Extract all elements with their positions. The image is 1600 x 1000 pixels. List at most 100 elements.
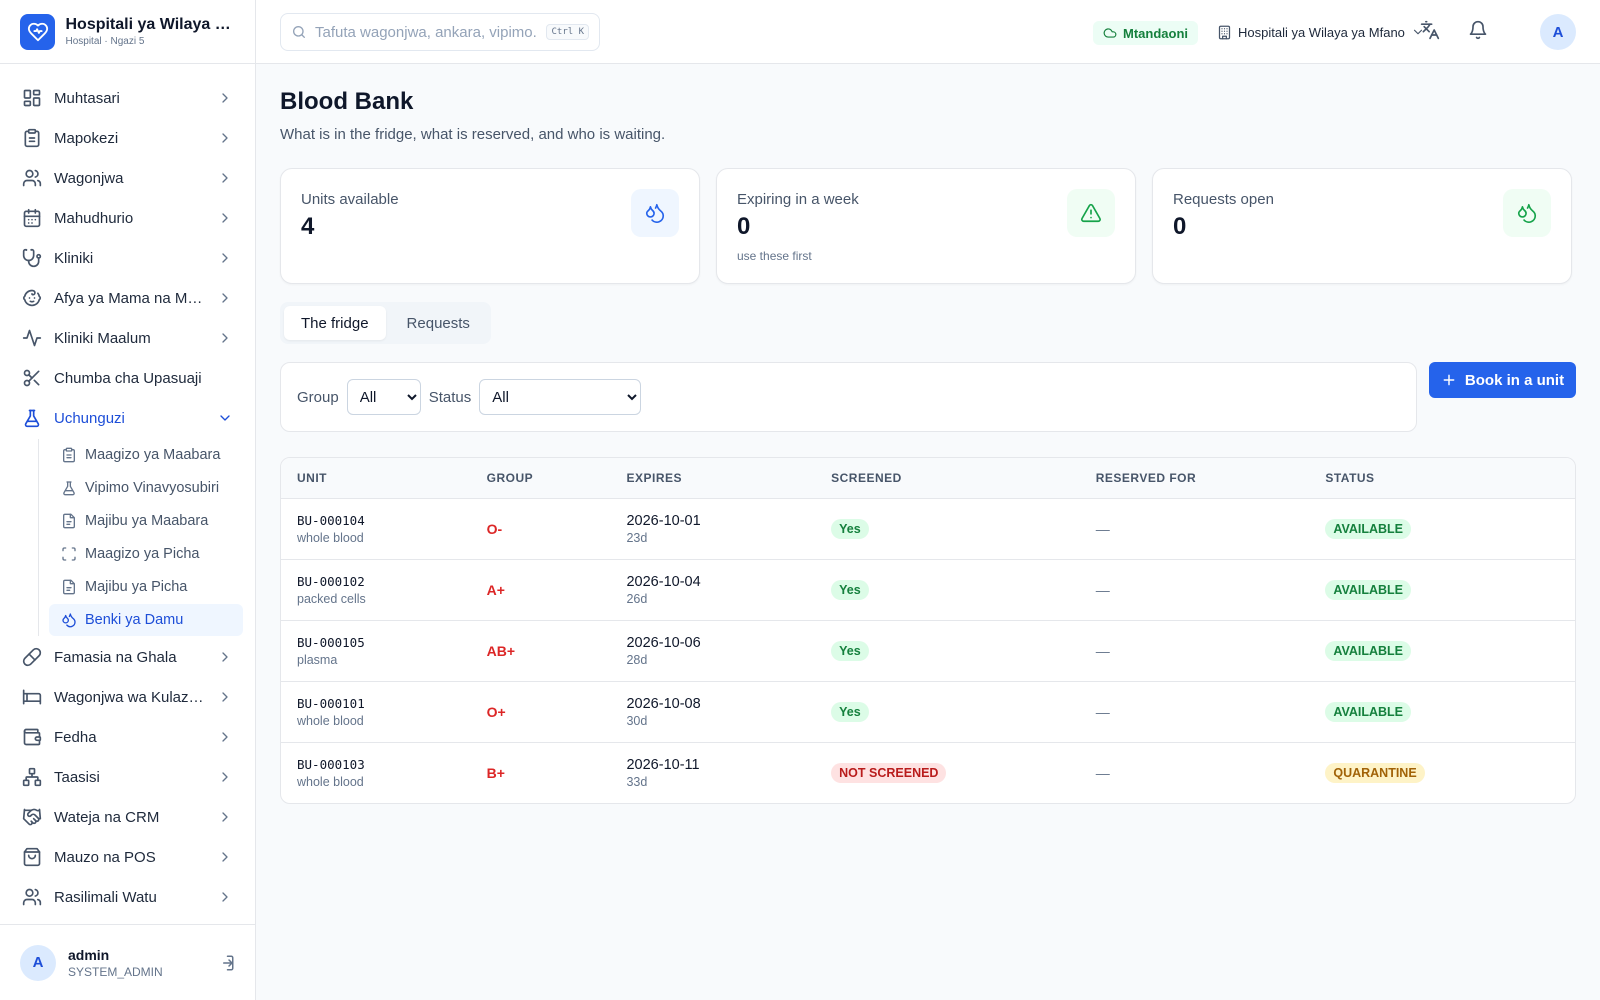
sidebar-item-label: Rasilimali Watu [54, 888, 157, 906]
expiry-date: 2026-10-01 [626, 512, 701, 529]
tab-requests[interactable]: Requests [390, 306, 487, 340]
brand-subtitle: Hospital · Ngazi 5 [65, 36, 145, 47]
logout-icon[interactable] [217, 954, 235, 972]
sidebar-item-mapokezi[interactable]: Mapokezi [0, 118, 255, 158]
sidebar-item-taasisi[interactable]: Taasisi [0, 757, 255, 797]
sidebar-item-kliniki[interactable]: Kliniki [0, 238, 255, 278]
pill-icon [22, 647, 42, 667]
chevron-right-icon [217, 769, 233, 785]
avatar[interactable]: A [20, 944, 56, 981]
stat-card-requests-open: Requests open 0 [1152, 168, 1572, 284]
sidebar-subitem-vipimo-vinavyosubiri[interactable]: Vipimo Vinavyosubiri [49, 472, 243, 504]
stat-value: 0 [1173, 213, 1187, 240]
column-header-reserved-for[interactable]: RESERVED FOR [1079, 458, 1310, 499]
sidebar-item-wagonjwa-wa-kulazwa[interactable]: Wagonjwa wa Kulazwa [0, 677, 255, 717]
group-cell: O- [470, 498, 611, 560]
sidebar-item-muhtasari[interactable]: Muhtasari [0, 78, 255, 118]
stat-value: 0 [737, 213, 751, 240]
blood-group: O+ [486, 703, 506, 720]
blood-group: O- [486, 520, 503, 537]
user-box: A admin SYSTEM_ADMIN [0, 924, 255, 1000]
sidebar-item-mauzo-na-pos[interactable]: Mauzo na POS [0, 837, 255, 877]
droplets-icon [61, 612, 77, 628]
group-filter-select[interactable]: All [346, 379, 421, 415]
sidebar-subitem-majibu-ya-maabara[interactable]: Majibu ya Maabara [49, 505, 243, 537]
sidebar-subitem-maagizo-ya-maabara[interactable]: Maagizo ya Maabara [49, 439, 243, 471]
translate-icon[interactable] [1420, 20, 1444, 44]
chevron-right-icon [217, 849, 233, 865]
bed-icon [22, 687, 42, 707]
reserved-for: — [1095, 642, 1110, 659]
days-left: 28d [626, 652, 648, 667]
group-cell: A+ [470, 559, 611, 621]
sidebar-item-afya-ya-mama-na-mtoto[interactable]: Afya ya Mama na Mtoto [0, 278, 255, 318]
expiry-date: 2026-10-04 [626, 573, 701, 590]
tab-the-fridge[interactable]: The fridge [284, 306, 386, 340]
book-unit-button[interactable]: Book in a unit [1429, 362, 1576, 398]
wallet-icon [22, 727, 42, 747]
sidebar-subitem-maagizo-ya-picha[interactable]: Maagizo ya Picha [49, 538, 243, 570]
group-cell: AB+ [470, 620, 611, 682]
sidebar-subitem-label: Vipimo Vinavyosubiri [85, 480, 220, 496]
sidebar-item-mahudhurio[interactable]: Mahudhurio [0, 198, 255, 238]
calendar-icon [22, 208, 42, 228]
column-header-group[interactable]: GROUP [470, 458, 611, 499]
expiry-date: 2026-10-08 [626, 695, 701, 712]
sidebar-item-wagonjwa[interactable]: Wagonjwa [0, 158, 255, 198]
clipboard-icon [61, 447, 77, 463]
chevron-right-icon [217, 210, 233, 226]
chevron-down-icon [217, 410, 233, 426]
chevron-right-icon [217, 729, 233, 745]
sidebar-item-uchunguzi[interactable]: Uchunguzi [0, 398, 255, 438]
chevron-right-icon [217, 889, 233, 905]
facility-name: Hospitali ya Wilaya ya Mfano [1238, 24, 1405, 40]
facility-switcher[interactable]: Hospitali ya Wilaya ya Mfano [1217, 18, 1425, 46]
sidebar-item-chumba-cha-upasuaji[interactable]: Chumba cha Upasuaji [0, 358, 255, 398]
search-input[interactable] [315, 23, 539, 41]
sidebar-item-label: Chumba cha Upasuaji [54, 369, 202, 387]
sidebar: Hospitali ya Wilaya ya Mfano Hospital · … [0, 0, 256, 1000]
sidebar-item-label: Mahudhurio [54, 209, 134, 227]
sidebar-item-label: Wateja na CRM [54, 808, 160, 826]
sidebar-item-label: Fedha [54, 728, 97, 746]
unit-id: BU-000102 [297, 573, 365, 589]
blood-group: AB+ [486, 642, 516, 659]
scissors-icon [22, 368, 42, 388]
days-left: 33d [626, 774, 648, 789]
search-shortcut: Ctrl K [546, 24, 589, 40]
table-row[interactable]: BU-000103 whole blood B+ 2026-10-11 33d NOT S… [281, 742, 1575, 803]
sidebar-nav: Muhtasari Mapokezi Wagonjwa Mahudhurio Klini… [0, 64, 255, 917]
table-row[interactable]: BU-000104 whole blood O- 2026-10-01 23d Yes — A… [281, 498, 1575, 560]
status-filter-select[interactable]: All [479, 379, 642, 415]
chevron-right-icon [217, 90, 233, 106]
brand[interactable]: Hospitali ya Wilaya ya Mfano Hospital · … [0, 0, 255, 64]
sidebar-item-fedha[interactable]: Fedha [0, 717, 255, 757]
user-avatar[interactable]: A [1540, 14, 1576, 50]
column-header-screened[interactable]: SCREENED [815, 458, 1080, 499]
online-status-label: Mtandaoni [1123, 25, 1188, 41]
bell-icon[interactable] [1468, 20, 1492, 44]
stat-card-expiring-in-a-week: Expiring in a week 0 use these first [716, 168, 1136, 284]
expiry-date: 2026-10-11 [626, 756, 700, 773]
reserved-cell: — [1079, 620, 1310, 682]
sidebar-item-famasia-na-ghala[interactable]: Famasia na Ghala [0, 637, 255, 677]
table-row[interactable]: BU-000102 packed cells A+ 2026-10-04 26d Yes —… [281, 559, 1575, 621]
search-icon [291, 24, 307, 40]
expiry-date: 2026-10-06 [626, 634, 701, 651]
table-row[interactable]: BU-000101 whole blood O+ 2026-10-08 30d Yes — A… [281, 681, 1575, 743]
column-header-status[interactable]: STATUS [1309, 458, 1575, 499]
sidebar-item-wateja-na-crm[interactable]: Wateja na CRM [0, 797, 255, 837]
sidebar-item-kliniki-maalum[interactable]: Kliniki Maalum [0, 318, 255, 358]
sidebar-subitem-benki-ya-damu[interactable]: Benki ya Damu [49, 604, 243, 636]
users-icon [22, 887, 42, 907]
column-header-expires[interactable]: EXPIRES [610, 458, 816, 499]
screened-badge: NOT SCREENED [831, 762, 947, 783]
status-badge: AVAILABLE [1325, 640, 1412, 661]
table-row[interactable]: BU-000105 plasma AB+ 2026-10-06 28d Yes — AVAIL… [281, 620, 1575, 682]
clipboard-icon [22, 128, 42, 148]
column-header-unit[interactable]: UNIT [281, 458, 471, 499]
reserved-cell: — [1079, 559, 1310, 621]
search-box[interactable]: Ctrl K [280, 13, 600, 51]
sidebar-item-rasilimali-watu[interactable]: Rasilimali Watu [0, 877, 255, 917]
sidebar-subitem-majibu-ya-picha[interactable]: Majibu ya Picha [49, 571, 243, 603]
